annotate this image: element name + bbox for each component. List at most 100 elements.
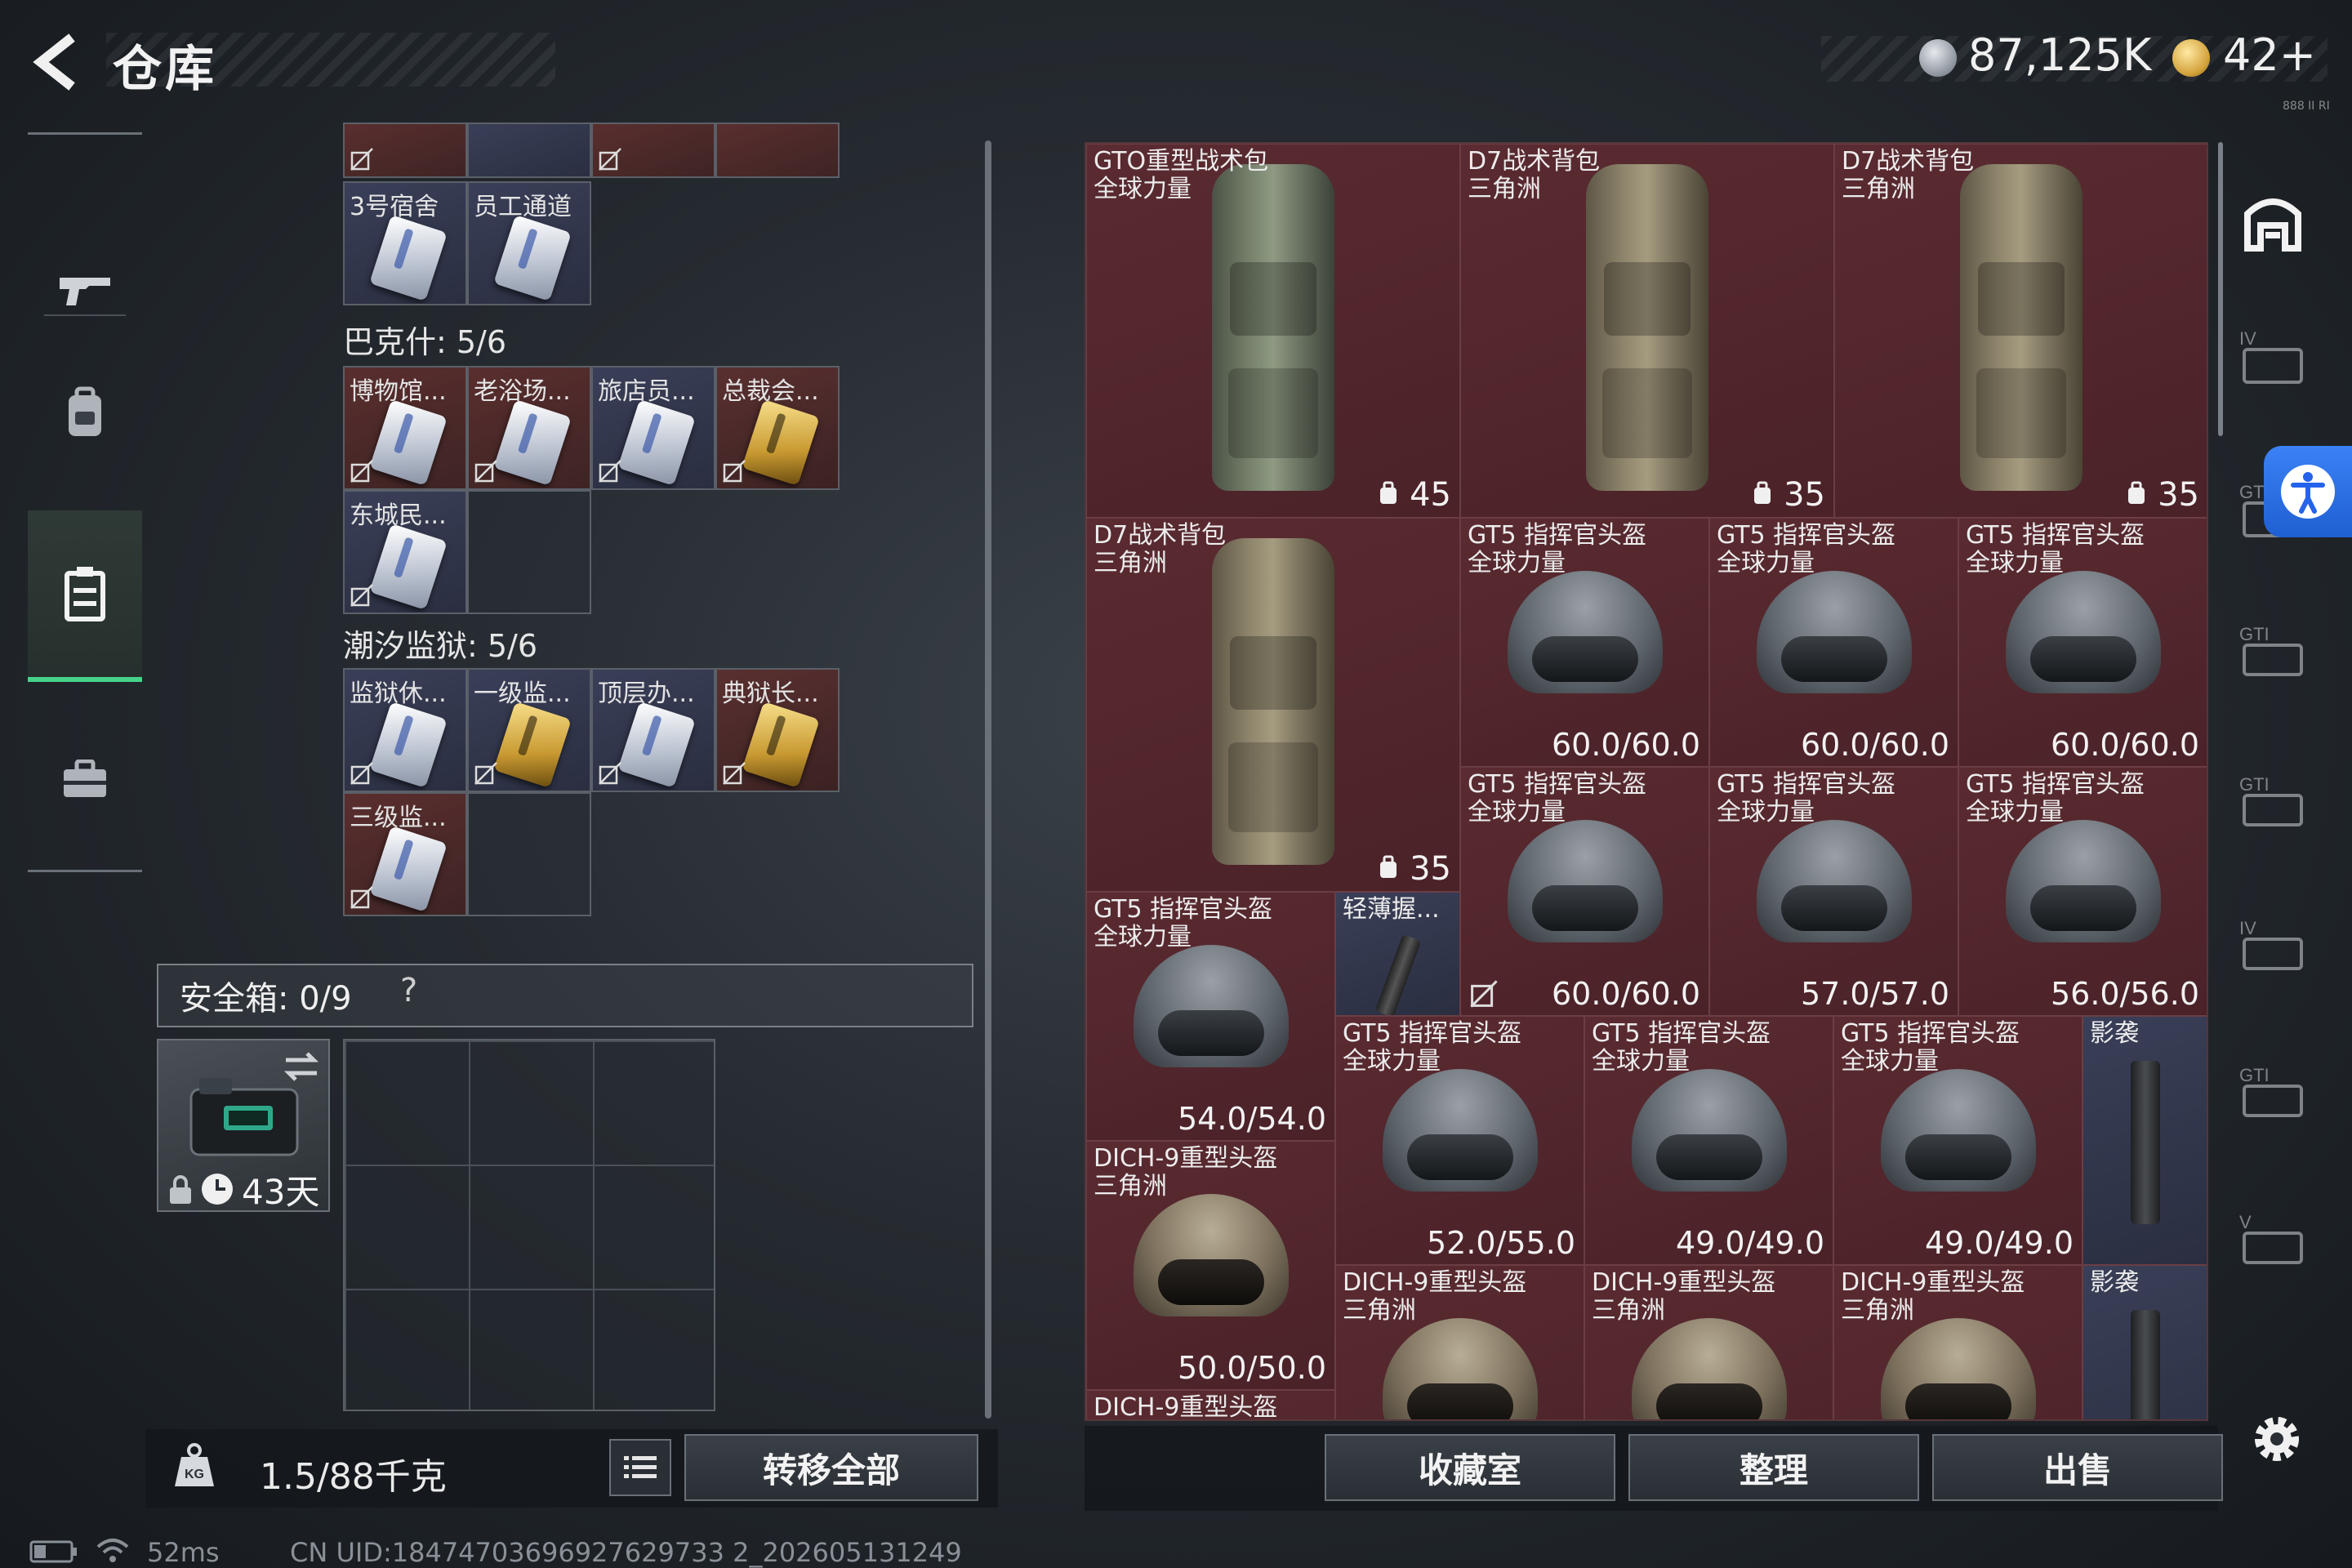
section-label-bakeshi: 巴克什: 5/6 xyxy=(343,324,507,360)
organize-button[interactable]: 整理 xyxy=(1628,1434,1919,1501)
swap-icon[interactable] xyxy=(281,1049,322,1085)
stash-tab-iv-1[interactable]: IV xyxy=(2236,325,2310,399)
key-card-prison-rest[interactable]: 监狱休... xyxy=(343,668,467,792)
safe-box-grid[interactable] xyxy=(343,1039,715,1411)
stash-item-helmet[interactable]: GT5 指挥官头盔 全球力量 60.0/60.0 xyxy=(1709,518,1958,767)
stash-item-helmet[interactable]: GT5 指挥官头盔 全球力量 49.0/49.0 xyxy=(1584,1016,1833,1265)
briefcase-icon xyxy=(64,760,106,797)
key-card-staff-passage[interactable]: 员工通道 xyxy=(467,181,591,305)
no-share-icon xyxy=(350,584,373,607)
stock-image xyxy=(2131,1310,2160,1419)
item-name: D7战术背包 三角洲 xyxy=(1094,521,1227,577)
item-durability: 49.0/49.0 xyxy=(1924,1225,2074,1261)
no-share-icon xyxy=(723,460,746,483)
key-card-slot[interactable] xyxy=(343,122,467,178)
stash-item-heavy-helmet[interactable]: DICH-9重型头盔 xyxy=(1086,1390,1335,1419)
stash-item-stock[interactable]: 影袭 xyxy=(2082,1016,2207,1265)
stash-item-helmet[interactable]: GT5 指挥官头盔 全球力量 54.0/54.0 xyxy=(1086,892,1335,1141)
stash-item-heavy-helmet[interactable]: DICH-9重型头盔 三角洲 50.0/50.0 xyxy=(1086,1141,1335,1390)
nav-backpack[interactable] xyxy=(28,331,142,494)
item-durability: 50.0/50.0 xyxy=(1177,1350,1326,1386)
key-card-icon xyxy=(617,702,696,788)
item-name: DICH-9重型头盔 三角洲 xyxy=(1343,1268,1527,1325)
key-card-level-1-cell[interactable]: 一级监... xyxy=(467,668,591,792)
key-card-top-office[interactable]: 顶层办... xyxy=(591,668,715,792)
back-button[interactable] xyxy=(24,29,90,95)
stash-item-grip[interactable]: 轻薄握... xyxy=(1335,892,1460,1016)
stash-item-helmet[interactable]: GT5 指挥官头盔 全球力量 60.0/60.0 xyxy=(1958,518,2207,767)
storage-tab-gt-icon: GTI xyxy=(2239,624,2303,676)
nav-storage[interactable] xyxy=(28,510,142,682)
stash-item-backpack[interactable]: D7战术背包 三角洲 35 xyxy=(1460,144,1834,518)
stock-image xyxy=(2131,1061,2160,1224)
stash-item-backpack[interactable]: GTO重型战术包 全球力量 45 xyxy=(1086,144,1460,518)
stash-item-heavy-helmet[interactable]: DICH-9重型头盔 三角洲 xyxy=(1833,1265,2082,1419)
key-card-icon xyxy=(493,399,572,486)
stash-item-helmet[interactable]: GT5 指挥官头盔 全球力量 52.0/55.0 xyxy=(1335,1016,1584,1265)
stash-item-heavy-helmet[interactable]: DICH-9重型头盔 三角洲 xyxy=(1335,1265,1584,1419)
key-card-icon xyxy=(493,702,572,788)
no-share-icon xyxy=(350,460,373,483)
item-capacity: 35 xyxy=(1752,476,1825,514)
key-card-old-bath[interactable]: 老浴场... xyxy=(467,366,591,490)
key-card-hotel-staff[interactable]: 旅店员... xyxy=(591,366,715,490)
key-card-slot[interactable] xyxy=(715,122,840,178)
accessibility-button[interactable] xyxy=(2264,446,2352,537)
safe-case-icon xyxy=(189,1078,299,1156)
backpack-image xyxy=(1960,164,2082,491)
helmet-image xyxy=(1382,1069,1538,1192)
key-card-icon xyxy=(742,399,820,486)
stash-tab-gt-3[interactable]: GTI xyxy=(2236,771,2310,844)
list-view-button[interactable] xyxy=(609,1439,671,1496)
storage-tab-v-icon: V xyxy=(2239,1212,2303,1264)
key-card-level-3-cell[interactable]: 三级监... xyxy=(343,792,467,916)
key-card-dorm-3[interactable]: 3号宿舍 xyxy=(343,181,467,305)
key-card-icon xyxy=(369,215,448,301)
stash-tab-gt-4[interactable]: GTI xyxy=(2236,1062,2310,1135)
collection-room-button[interactable]: 收藏室 xyxy=(1325,1434,1615,1501)
nav-briefcase[interactable] xyxy=(28,698,142,862)
left-scrollbar[interactable] xyxy=(985,140,991,1419)
stash-item-helmet[interactable]: GT5 指挥官头盔 全球力量 49.0/49.0 xyxy=(1833,1016,2082,1265)
stash-tab-gt-2[interactable]: GTI xyxy=(2236,621,2310,694)
helmet-image xyxy=(1133,945,1289,1067)
stash-tab-home[interactable] xyxy=(2236,185,2310,258)
key-card-museum[interactable]: 博物馆... xyxy=(343,366,467,490)
key-card-slot[interactable] xyxy=(467,122,591,178)
key-card-president-club[interactable]: 总裁会... xyxy=(715,366,840,490)
item-name: 轻薄握... xyxy=(1343,895,1440,924)
item-capacity: 35 xyxy=(1378,850,1451,888)
gold-currency-amount[interactable]: 42+ xyxy=(2223,29,2316,81)
stash-item-backpack[interactable]: D7战术背包 三角洲 35 xyxy=(1086,518,1460,892)
svg-text:GT: GT xyxy=(2239,482,2265,502)
stash-item-helmet[interactable]: GT5 指挥官头盔 全球力量 60.0/60.0 xyxy=(1460,518,1709,767)
key-card-slot[interactable] xyxy=(591,122,715,178)
safe-box-help-button[interactable]: ? xyxy=(400,972,417,1009)
stash-item-helmet[interactable]: GT5 指挥官头盔 全球力量 60.0/60.0 xyxy=(1460,767,1709,1016)
stash-item-helmet[interactable]: GT5 指挥官头盔 全球力量 57.0/57.0 xyxy=(1709,767,1958,1016)
stash-item-helmet[interactable]: GT5 指挥官头盔 全球力量 56.0/56.0 xyxy=(1958,767,2207,1016)
key-card-slot-empty[interactable] xyxy=(467,490,591,614)
item-name: DICH-9重型头盔 三角洲 xyxy=(1094,1144,1278,1200)
no-share-icon xyxy=(350,762,373,785)
stash-scrollbar[interactable] xyxy=(2218,142,2223,436)
item-name: GT5 指挥官头盔 全球力量 xyxy=(1468,521,1647,577)
stash-tab-v[interactable]: V xyxy=(2236,1209,2310,1282)
key-card-slot-empty[interactable] xyxy=(467,792,591,916)
stash-item-heavy-helmet[interactable]: DICH-9重型头盔 三角洲 xyxy=(1584,1265,1833,1419)
no-share-icon xyxy=(350,886,373,909)
key-card-icon xyxy=(369,702,448,788)
transfer-all-button[interactable]: 转移全部 xyxy=(684,1434,978,1501)
settings-button[interactable] xyxy=(2244,1406,2310,1472)
sell-button[interactable]: 出售 xyxy=(1932,1434,2223,1501)
stash-item-stock[interactable]: 影袭 xyxy=(2082,1265,2207,1419)
left-nav xyxy=(28,132,142,872)
key-card-warden[interactable]: 典狱长... xyxy=(715,668,840,792)
grip-image xyxy=(1374,933,1421,1015)
key-card-east-city[interactable]: 东城民... xyxy=(343,490,467,614)
item-capacity-value: 35 xyxy=(2158,476,2199,514)
key-card-icon xyxy=(493,215,572,301)
no-share-icon xyxy=(474,460,497,483)
stash-tab-iv-2[interactable]: IV xyxy=(2236,915,2310,988)
stash-item-backpack[interactable]: D7战术背包 三角洲 35 xyxy=(1834,144,2207,518)
